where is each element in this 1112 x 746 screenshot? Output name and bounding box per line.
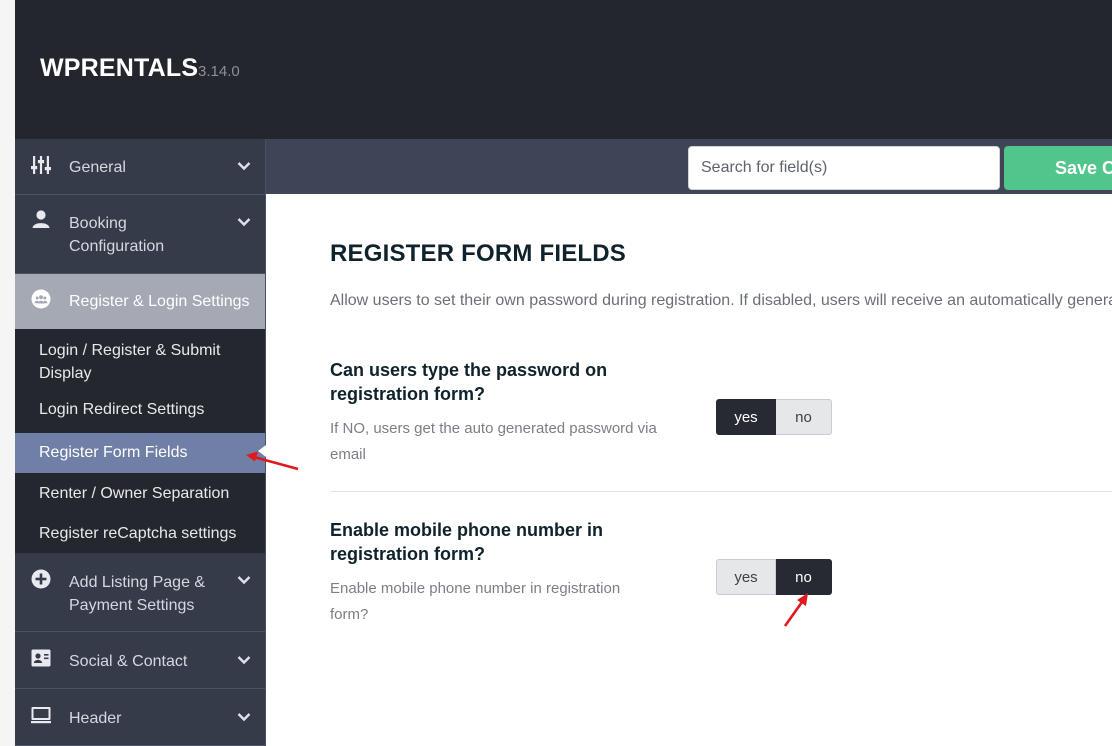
page-title: REGISTER FORM FIELDS — [330, 240, 627, 267]
sidebar-item-label: Social & Contact — [69, 653, 188, 670]
chevron-down-icon — [237, 576, 251, 585]
toggle-password: yes no — [716, 399, 832, 435]
field-divider — [330, 491, 1112, 492]
submenu-item-label: Login / Register & Submit Display — [39, 342, 221, 382]
submenu-item-label: Register Form Fields — [39, 444, 188, 461]
submenu-item-recaptcha[interactable]: Register reCaptcha settings — [15, 513, 265, 553]
field-title-password: Can users type the password on registrat… — [330, 360, 608, 404]
annotation-arrow-sidebar — [246, 451, 299, 471]
settings-content: REGISTER FORM FIELDS Allow users to set … — [266, 194, 1112, 746]
settings-sidebar: General Booking Configuration Register &… — [15, 139, 266, 746]
sidebar-item-booking-configuration[interactable]: Booking Configuration — [15, 195, 265, 274]
user-icon — [31, 209, 51, 229]
field-title-mobile-phone: Enable mobile phone number in registrati… — [330, 520, 604, 564]
submenu-item-login-redirect[interactable]: Login Redirect Settings — [15, 393, 265, 433]
submenu-item-label: Login Redirect Settings — [39, 401, 205, 418]
search-input[interactable] — [688, 146, 1000, 190]
version-label: 3.14.0 — [198, 63, 240, 80]
sidebar-item-general[interactable]: General — [15, 139, 265, 195]
field-help-mobile-phone: Enable mobile phone number in registrati… — [330, 580, 621, 623]
section-description: Allow users to set their own password du… — [330, 292, 1112, 309]
left-edge-strip — [0, 0, 15, 746]
no-option[interactable]: no — [776, 399, 832, 435]
sidebar-item-social-contact[interactable]: Social & Contact — [15, 632, 265, 689]
sidebar-item-header[interactable]: Header — [15, 689, 265, 746]
sidebar-item-label: General — [69, 159, 126, 176]
submenu-item-renter-owner[interactable]: Renter / Owner Separation — [15, 473, 265, 513]
chevron-down-icon — [237, 218, 251, 227]
submenu-register-login: Login / Register & Submit Display Login … — [15, 329, 266, 553]
brand-name: WPRENTALS — [40, 54, 199, 82]
contact-card-icon — [31, 648, 51, 668]
sliders-icon — [31, 155, 51, 175]
submenu-item-register-form-fields[interactable]: Register Form Fields — [15, 433, 266, 473]
yes-option[interactable]: yes — [716, 399, 776, 435]
submenu-item-login-register-display[interactable]: Login / Register & Submit Display — [15, 329, 235, 393]
action-toolbar: Save Changes — [266, 139, 1112, 194]
chevron-down-icon — [237, 713, 251, 722]
yes-option[interactable]: yes — [716, 559, 776, 595]
top-header-bar: WPRENTALS 3.14.0 — [15, 0, 1112, 139]
sidebar-item-label: Header — [69, 710, 122, 727]
chevron-down-icon — [237, 656, 251, 665]
sidebar-item-label: Booking Configuration — [69, 215, 165, 255]
admin-page: WPRENTALS 3.14.0 General Booking Configu… — [0, 0, 1112, 746]
chevron-down-icon — [237, 162, 251, 171]
sidebar-item-register-login-settings[interactable]: Register & Login Settings — [15, 274, 265, 329]
toggle-mobile-phone: yes no — [716, 559, 832, 595]
submenu-item-label: Renter / Owner Separation — [39, 485, 230, 502]
annotation-arrow-toggle — [783, 593, 808, 627]
submenu-item-label: Register reCaptcha settings — [39, 525, 237, 542]
sidebar-item-add-listing-payment[interactable]: Add Listing Page & Payment Settings — [15, 553, 265, 632]
monitor-icon — [31, 705, 51, 725]
plus-circle-icon — [31, 569, 51, 589]
save-button[interactable]: Save Changes — [1004, 146, 1112, 190]
sidebar-item-label: Register & Login Settings — [69, 293, 250, 310]
field-help-password: If NO, users get the auto generated pass… — [330, 420, 657, 463]
sidebar-item-label: Add Listing Page & Payment Settings — [69, 574, 206, 614]
users-circle-icon — [31, 289, 51, 309]
